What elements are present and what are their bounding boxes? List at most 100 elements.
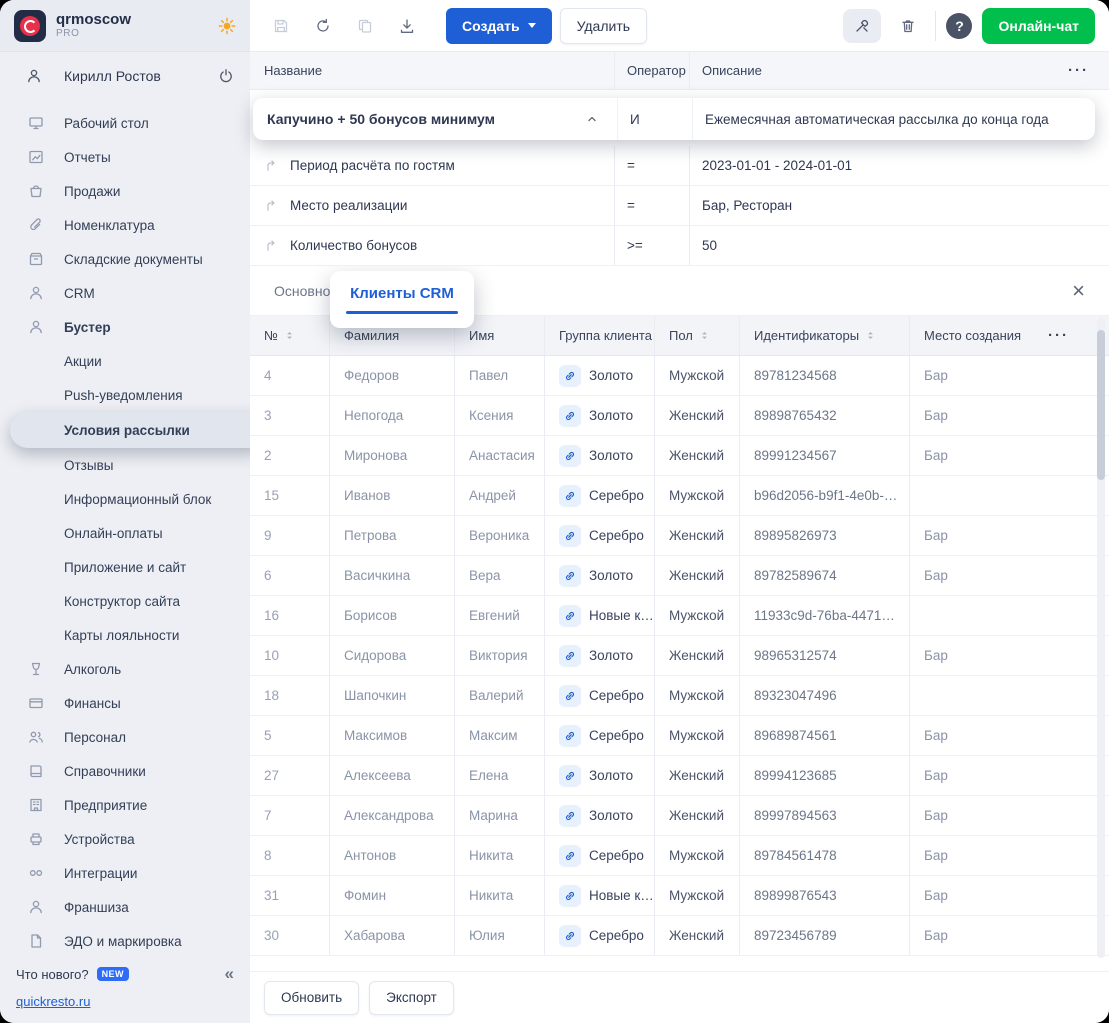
client-firstname: Виктория (455, 636, 545, 675)
scrollbar-thumb[interactable] (1097, 330, 1105, 480)
table-row[interactable]: 31 Фомин Никита Новые к… Мужской 8989987… (250, 876, 1109, 916)
link-icon[interactable] (559, 645, 581, 667)
sidebar-item[interactable]: Персонал (0, 720, 250, 754)
header-identifiers[interactable]: Идентификаторы (740, 316, 910, 355)
sidebar-collapse-icon[interactable]: « (225, 964, 234, 984)
link-icon[interactable] (559, 845, 581, 867)
save-icon[interactable] (264, 9, 298, 43)
sidebar-item[interactable]: Бустер (0, 310, 250, 344)
header-num[interactable]: № (250, 316, 330, 355)
link-icon[interactable] (559, 605, 581, 627)
user-row[interactable]: Кирилл Ростов (0, 52, 250, 100)
quickresto-link[interactable]: quickresto.ru (16, 994, 90, 1009)
sidebar-item[interactable]: Финансы (0, 686, 250, 720)
sort-icon[interactable] (284, 330, 295, 341)
client-identifier: 89781234568 (740, 356, 910, 395)
campaign-row[interactable]: Капучино + 50 бонусов минимум И Ежемесяч… (253, 98, 1095, 140)
sidebar-item[interactable]: Карты лояльности (0, 618, 250, 652)
link-icon[interactable] (559, 485, 581, 507)
online-chat-button[interactable]: Онлайн-чат (982, 8, 1095, 44)
table-row[interactable]: 18 Шапочкин Валерий Серебро Мужской 8932… (250, 676, 1109, 716)
sidebar-item[interactable]: Акции (0, 344, 250, 378)
sidebar-item[interactable]: Складские документы (0, 242, 250, 276)
sidebar-item[interactable]: Справочники (0, 754, 250, 788)
sidebar-item[interactable]: CRM (0, 276, 250, 310)
download-icon[interactable] (390, 9, 424, 43)
sidebar-item[interactable]: ЭДО и маркировка (0, 924, 250, 956)
tab-crm-clients[interactable]: Клиенты CRM (330, 271, 474, 328)
link-icon[interactable] (559, 405, 581, 427)
link-icon[interactable] (559, 365, 581, 387)
table-row[interactable]: 6 Васичкина Вера Золото Женский 89782589… (250, 556, 1109, 596)
link-icon[interactable] (559, 805, 581, 827)
header-sex[interactable]: Пол (655, 316, 740, 355)
table-row[interactable]: 3 Непогода Ксения Золото Женский 8989876… (250, 396, 1109, 436)
condition-row[interactable]: Место реализации = Бар, Ресторан (250, 186, 1109, 226)
sidebar-item[interactable]: Устройства (0, 822, 250, 856)
refresh-icon[interactable] (306, 9, 340, 43)
help-button[interactable]: ? (946, 13, 972, 39)
close-icon[interactable]: × (1064, 276, 1093, 306)
link-icon[interactable] (559, 885, 581, 907)
refresh-button[interactable]: Обновить (264, 981, 359, 1015)
collapse-chevron-up-icon[interactable] (585, 112, 599, 126)
delete-button[interactable]: Удалить (560, 8, 647, 44)
sidebar-item[interactable]: Предприятие (0, 788, 250, 822)
create-button[interactable]: Создать (446, 8, 552, 44)
conditions-header-name[interactable]: Название (250, 52, 615, 89)
conditions-header-operator[interactable]: Оператор (615, 52, 690, 89)
table-row[interactable]: 8 Антонов Никита Серебро Мужской 8978456… (250, 836, 1109, 876)
table-row[interactable]: 15 Иванов Андрей Серебро Мужской b96d205… (250, 476, 1109, 516)
link-icon[interactable] (559, 445, 581, 467)
sidebar-item[interactable]: Номенклатура (0, 208, 250, 242)
sidebar-item[interactable]: Рабочий стол (0, 106, 250, 140)
copy-icon[interactable] (348, 9, 382, 43)
sidebar-item[interactable]: Онлайн-оплаты (0, 516, 250, 550)
sidebar-item[interactable]: Отчеты (0, 140, 250, 174)
sidebar-item[interactable]: Продажи (0, 174, 250, 208)
table-row[interactable]: 10 Сидорова Виктория Золото Женский 9896… (250, 636, 1109, 676)
table-row[interactable]: 30 Хабарова Юлия Серебро Женский 8972345… (250, 916, 1109, 956)
link-icon[interactable] (559, 925, 581, 947)
condition-row[interactable]: Период расчёта по гостям = 2023-01-01 - … (250, 146, 1109, 186)
conditions-header-description-label[interactable]: Описание (702, 63, 762, 78)
sort-icon[interactable] (865, 330, 876, 341)
sidebar-item[interactable]: Интеграции (0, 856, 250, 890)
scrollbar-track[interactable] (1097, 318, 1105, 958)
table-row[interactable]: 7 Александрова Марина Золото Женский 899… (250, 796, 1109, 836)
table-row[interactable]: 9 Петрова Вероника Серебро Женский 89895… (250, 516, 1109, 556)
link-icon[interactable] (559, 685, 581, 707)
sidebar-item[interactable]: Франшиза (0, 890, 250, 924)
more-icon[interactable]: ··· (1048, 327, 1069, 344)
sidebar-item[interactable]: Push-уведомления (0, 378, 250, 412)
link-icon[interactable] (559, 525, 581, 547)
link-icon[interactable] (559, 765, 581, 787)
header-place[interactable]: Место создания ··· (910, 316, 1109, 355)
client-lastname: Шапочкин (330, 676, 455, 715)
table-row[interactable]: 4 Федоров Павел Золото Мужской 897812345… (250, 356, 1109, 396)
sort-icon[interactable] (699, 330, 710, 341)
table-row[interactable]: 2 Миронова Анастасия Золото Женский 8999… (250, 436, 1109, 476)
link-icon[interactable] (559, 725, 581, 747)
sidebar-item[interactable]: Условия рассылки (10, 412, 250, 448)
tools-icon[interactable] (843, 9, 881, 43)
sidebar-item[interactable]: Конструктор сайта (0, 584, 250, 618)
header-group[interactable]: Группа клиента (545, 316, 655, 355)
campaign-operator[interactable]: И (618, 98, 693, 140)
sidebar-item[interactable]: Приложение и сайт (0, 550, 250, 584)
theme-toggle-sun-icon[interactable] (218, 17, 236, 35)
sidebar-item[interactable]: Алкоголь (0, 652, 250, 686)
tab-main[interactable]: Основное (274, 283, 338, 299)
export-button[interactable]: Экспорт (369, 981, 454, 1015)
table-row[interactable]: 5 Максимов Максим Серебро Мужской 896898… (250, 716, 1109, 756)
more-icon[interactable]: ··· (1068, 62, 1089, 79)
table-row[interactable]: 27 Алексеева Елена Золото Женский 899941… (250, 756, 1109, 796)
condition-row[interactable]: Количество бонусов >= 50 (250, 226, 1109, 266)
sidebar-item[interactable]: Информационный блок (0, 482, 250, 516)
link-icon[interactable] (559, 565, 581, 587)
table-row[interactable]: 16 Борисов Евгений Новые к… Мужской 1193… (250, 596, 1109, 636)
logout-power-icon[interactable] (218, 68, 234, 84)
trash-icon[interactable] (891, 9, 925, 43)
sidebar-item[interactable]: Отзывы (0, 448, 250, 482)
whats-new-label[interactable]: Что нового? (16, 967, 89, 982)
